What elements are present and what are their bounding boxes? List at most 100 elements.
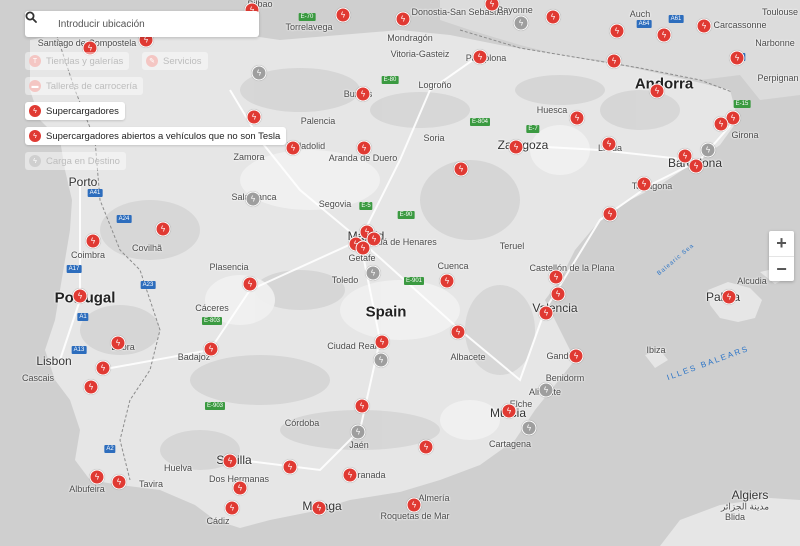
- supercharger-pin[interactable]: ϟ: [246, 109, 262, 125]
- supercharger-pin[interactable]: ϟ: [569, 110, 585, 126]
- supercharger-pin[interactable]: ϟ: [501, 403, 517, 419]
- place-label: Bayonne: [497, 5, 533, 15]
- supercharger-pin[interactable]: ϟ: [550, 286, 566, 302]
- location-search[interactable]: Introducir ubicación: [25, 11, 259, 37]
- supercharger-pin[interactable]: ϟ: [729, 50, 745, 66]
- supercharger-pin[interactable]: ϟ: [508, 139, 524, 155]
- supercharger-pin[interactable]: ϟ: [222, 453, 238, 469]
- supercharger-pin[interactable]: ϟ: [406, 497, 422, 513]
- supercharger-pin[interactable]: ϟ: [83, 379, 99, 395]
- road-shield: A1: [77, 313, 89, 321]
- road-shield: E-803: [201, 317, 223, 325]
- destination-charger-pin[interactable]: ϟ: [365, 265, 381, 281]
- destination-charger-pin[interactable]: ϟ: [513, 15, 529, 31]
- filter-label: Tiendas y galerías: [46, 55, 124, 67]
- filter-open-superchargers[interactable]: ϟ Supercargadores abiertos a vehículos q…: [25, 127, 287, 145]
- supercharger-pin[interactable]: ϟ: [335, 7, 351, 23]
- zoom-in-button[interactable]: +: [769, 231, 794, 256]
- supercharger-pin[interactable]: ϟ: [538, 305, 554, 321]
- destination-charger-pin[interactable]: ϟ: [700, 142, 716, 158]
- supercharger-pin[interactable]: ϟ: [89, 469, 105, 485]
- supercharger-pin[interactable]: ϟ: [601, 136, 617, 152]
- road-shield: E-901: [403, 277, 425, 285]
- place-label: Cascais: [21, 373, 55, 383]
- supercharger-pin[interactable]: ϟ: [418, 439, 434, 455]
- supercharger-pin[interactable]: ϟ: [282, 459, 298, 475]
- supercharger-pin[interactable]: ϟ: [232, 480, 248, 496]
- place-label: Perpignan: [757, 73, 799, 83]
- supercharger-pin[interactable]: ϟ: [395, 11, 411, 27]
- supercharger-pin[interactable]: ϟ: [568, 348, 584, 364]
- supercharger-pin[interactable]: ϟ: [355, 86, 371, 102]
- destination-charger-pin[interactable]: ϟ: [538, 382, 554, 398]
- store-icon: T: [29, 55, 41, 67]
- destination-charger-pin[interactable]: ϟ: [251, 65, 267, 81]
- supercharger-pin[interactable]: ϟ: [354, 398, 370, 414]
- supercharger-pin[interactable]: ϟ: [311, 500, 327, 516]
- supercharger-pin[interactable]: ϟ: [696, 18, 712, 34]
- destination-charger-pin[interactable]: ϟ: [521, 420, 537, 436]
- supercharger-pin[interactable]: ϟ: [72, 288, 88, 304]
- supercharger-pin[interactable]: ϟ: [677, 148, 693, 164]
- supercharger-pin[interactable]: ϟ: [439, 273, 455, 289]
- supercharger-pin[interactable]: ϟ: [656, 27, 672, 43]
- search-input[interactable]: Introducir ubicación: [58, 19, 145, 30]
- place-label: Cádiz: [206, 516, 230, 526]
- bodyshop-icon: ▬: [29, 80, 41, 92]
- supercharger-pin[interactable]: ϟ: [374, 334, 390, 350]
- supercharger-pin[interactable]: ϟ: [85, 233, 101, 249]
- supercharger-pin[interactable]: ϟ: [649, 83, 665, 99]
- filter-service[interactable]: ✎ Servicios: [142, 52, 208, 70]
- road-shield: A61: [668, 15, 684, 23]
- supercharger-pin[interactable]: ϟ: [453, 161, 469, 177]
- supercharger-pin[interactable]: ϟ: [609, 23, 625, 39]
- place-label: Torrelavega: [285, 22, 333, 32]
- place-label: Logroño: [418, 80, 452, 90]
- destination-charger-pin[interactable]: ϟ: [373, 352, 389, 368]
- search-icon: [25, 11, 56, 35]
- place-label: Ibiza: [646, 345, 666, 355]
- supercharger-pin[interactable]: ϟ: [285, 140, 301, 156]
- road-shield: E-80: [381, 76, 399, 84]
- supercharger-pin[interactable]: ϟ: [242, 276, 258, 292]
- destination-charger-pin[interactable]: ϟ: [350, 424, 366, 440]
- supercharger-pin[interactable]: ϟ: [636, 176, 652, 192]
- destination-charger-pin[interactable]: ϟ: [245, 191, 261, 207]
- supercharger-pin[interactable]: ϟ: [111, 474, 127, 490]
- filter-superchargers[interactable]: ϟ Supercargadores: [25, 102, 125, 120]
- supercharger-pin[interactable]: ϟ: [721, 289, 737, 305]
- map-canvas[interactable]: Spain Portugal Andorra Madrid Barcelona …: [0, 0, 800, 546]
- place-label: Algiers: [731, 488, 769, 502]
- place-label: Alcudia: [737, 276, 767, 286]
- supercharger-pin[interactable]: ϟ: [203, 341, 219, 357]
- supercharger-pin[interactable]: ϟ: [155, 221, 171, 237]
- filter-stores[interactable]: T Tiendas y galerías: [25, 52, 130, 70]
- supercharger-pin[interactable]: ϟ: [545, 9, 561, 25]
- place-label: Vitoria-Gasteiz: [390, 49, 450, 59]
- supercharger-pin[interactable]: ϟ: [713, 116, 729, 132]
- filter-label: Carga en Destino: [46, 155, 120, 167]
- supercharger-pin[interactable]: ϟ: [450, 324, 466, 340]
- supercharger-pin[interactable]: ϟ: [110, 335, 126, 351]
- supercharger-pin[interactable]: ϟ: [548, 269, 564, 285]
- supercharger-pin[interactable]: ϟ: [224, 500, 240, 516]
- place-label: Spain: [365, 303, 407, 321]
- supercharger-pin[interactable]: ϟ: [356, 140, 372, 156]
- place-label: Cuenca: [437, 261, 469, 271]
- zoom-out-button[interactable]: −: [769, 256, 794, 282]
- supercharger-pin[interactable]: ϟ: [606, 53, 622, 69]
- supercharger-pin[interactable]: ϟ: [602, 206, 618, 222]
- road-shield: E-90: [397, 211, 415, 219]
- supercharger-pin[interactable]: ϟ: [355, 240, 371, 256]
- filter-destination-charging[interactable]: ϟ Carga en Destino: [25, 152, 126, 170]
- supercharger-pin[interactable]: ϟ: [342, 467, 358, 483]
- place-label: Auch: [629, 9, 651, 19]
- road-shield: E-5: [359, 202, 373, 210]
- road-shield: A17: [66, 265, 82, 273]
- supercharger-pin[interactable]: ϟ: [472, 49, 488, 65]
- supercharger-pin[interactable]: ϟ: [95, 360, 111, 376]
- filter-bodyshop[interactable]: ▬ Talleres de carrocería: [25, 77, 144, 95]
- place-label: Narbonne: [755, 38, 795, 48]
- place-label: Benidorm: [545, 373, 585, 383]
- place-label: Carcassonne: [713, 20, 767, 30]
